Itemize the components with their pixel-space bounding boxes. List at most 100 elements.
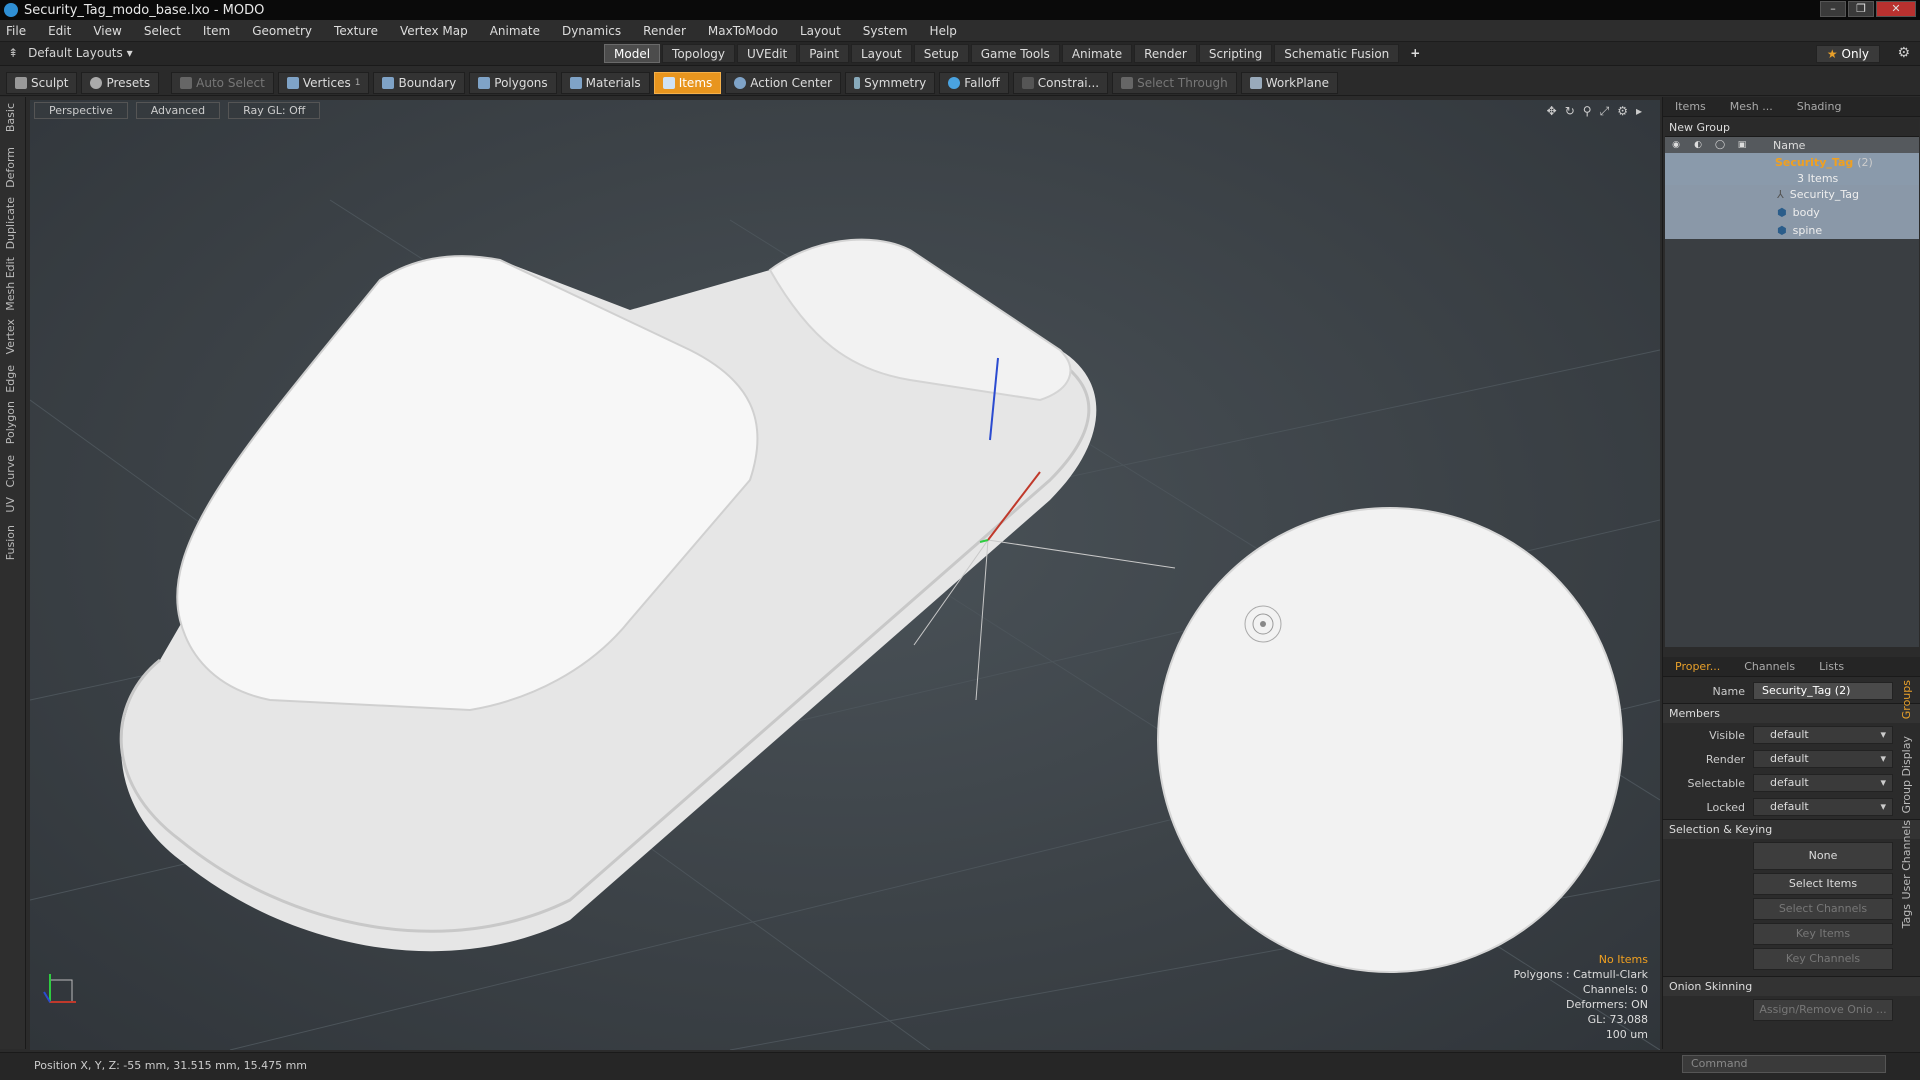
3d-viewport[interactable]: Perspective Advanced Ray GL: Off ✥ ↻ ⚲ ⤢… [30,100,1660,1050]
tab-channels[interactable]: Channels [1732,657,1807,676]
render-dropdown[interactable]: default [1753,750,1893,768]
vtab-user-channels[interactable]: User Channels [1900,820,1913,899]
maximize-view-icon[interactable]: ⤢ [1600,104,1610,119]
tab-model[interactable]: Model [604,44,661,63]
boundary-button[interactable]: Boundary [373,71,466,94]
lock-col-icon[interactable]: ▣ [1731,140,1753,150]
vtab-basic[interactable]: Basic [4,103,17,132]
menu-select[interactable]: Select [144,24,181,38]
items-button[interactable]: Items [653,71,722,94]
advanced-button[interactable]: Advanced [135,102,221,119]
tab-properties[interactable]: Proper... [1663,657,1732,676]
menu-system[interactable]: System [863,24,908,38]
close-button[interactable]: ✕ [1876,1,1916,17]
locked-dropdown[interactable]: default [1753,798,1893,816]
tab-game-tools[interactable]: Game Tools [970,44,1060,63]
expand-view-icon[interactable]: ▸ [1636,104,1642,119]
rotate-view-icon[interactable]: ↻ [1565,104,1575,119]
vtab-fusion[interactable]: Fusion [4,525,17,560]
default-layouts-dropdown[interactable]: Default Layouts ▾ [28,46,133,60]
presets-button[interactable]: Presets [81,71,160,94]
select-channels-button[interactable]: Select Channels [1753,898,1893,920]
vtab-tags[interactable]: Tags [1900,904,1913,928]
add-tab-button[interactable]: + [1401,44,1429,63]
vertices-button[interactable]: Vertices 1 [277,71,370,94]
assign-onion-button[interactable]: Assign/Remove Onio ... [1753,999,1893,1021]
tab-items[interactable]: Items [1663,97,1718,116]
menu-item[interactable]: Item [203,24,230,38]
vtab-groups[interactable]: Groups [1900,680,1913,719]
selection-keying-section[interactable]: Selection & Keying [1663,819,1920,839]
menu-maxtomodo[interactable]: MaxToModo [708,24,778,38]
menu-geometry[interactable]: Geometry [252,24,312,38]
tab-render[interactable]: Render [1134,44,1197,63]
raygl-button[interactable]: Ray GL: Off [228,102,321,119]
tab-mesh[interactable]: Mesh ... [1718,97,1785,116]
falloff-button[interactable]: Falloff [939,71,1009,94]
selectable-dropdown[interactable]: default [1753,774,1893,792]
menu-view[interactable]: View [93,24,121,38]
vtab-duplicate[interactable]: Duplicate [4,197,17,249]
only-button[interactable]: ★ Only [1815,45,1880,63]
vtab-edge[interactable]: Edge [4,365,17,393]
view-settings-icon[interactable]: ⚙ [1617,104,1628,119]
layout-pin-icon[interactable]: ⇞ [8,46,18,60]
polygons-button[interactable]: Polygons [469,71,557,94]
vtab-deform[interactable]: Deform [4,147,17,188]
new-group-button[interactable]: New Group [1665,119,1919,137]
menu-animate[interactable]: Animate [490,24,540,38]
vtab-uv[interactable]: UV [4,497,17,513]
zoom-view-icon[interactable]: ⚲ [1583,104,1592,119]
perspective-button[interactable]: Perspective [34,102,128,119]
symmetry-button[interactable]: Symmetry [845,71,936,94]
tab-lists[interactable]: Lists [1807,657,1856,676]
vtab-curve[interactable]: Curve [4,455,17,487]
menu-vertex-map[interactable]: Vertex Map [400,24,468,38]
vtab-polygon[interactable]: Polygon [4,401,17,444]
onion-skinning-section[interactable]: Onion Skinning [1663,976,1920,996]
render-col-icon[interactable]: ◐ [1687,140,1709,150]
action-center-button[interactable]: Action Center [725,71,842,94]
tab-paint[interactable]: Paint [799,44,849,63]
menu-texture[interactable]: Texture [334,24,378,38]
vtab-vertex[interactable]: Vertex [4,319,17,354]
menu-edit[interactable]: Edit [48,24,71,38]
minimize-button[interactable]: – [1820,1,1846,17]
command-input[interactable]: Command [1682,1055,1886,1073]
group-row[interactable]: Security_Tag (2) [1665,153,1919,171]
tab-topology[interactable]: Topology [662,44,736,63]
visibility-col-icon[interactable]: ◉ [1665,140,1687,150]
move-view-icon[interactable]: ✥ [1547,104,1557,119]
tab-shading[interactable]: Shading [1785,97,1854,116]
none-button[interactable]: None [1753,842,1893,870]
sculpt-button[interactable]: Sculpt [6,71,78,94]
list-item[interactable]: ⅄ Security_Tag [1665,185,1919,203]
auto-select-button[interactable]: Auto Select [171,71,274,94]
gear-icon[interactable]: ⚙ [1897,45,1910,61]
menu-layout[interactable]: Layout [800,24,841,38]
tab-setup[interactable]: Setup [913,44,969,63]
vtab-group-display[interactable]: Group Display [1900,736,1913,814]
materials-button[interactable]: Materials [560,71,650,94]
list-item[interactable]: ⬢ body [1665,203,1919,221]
tab-layout[interactable]: Layout [850,44,912,63]
tab-schematic-fusion[interactable]: Schematic Fusion [1274,44,1400,63]
menu-render[interactable]: Render [643,24,686,38]
menu-dynamics[interactable]: Dynamics [562,24,621,38]
select-items-button[interactable]: Select Items [1753,873,1893,895]
tab-scripting[interactable]: Scripting [1198,44,1273,63]
workplane-button[interactable]: WorkPlane [1240,71,1339,94]
menu-help[interactable]: Help [930,24,957,38]
key-channels-button[interactable]: Key Channels [1753,948,1893,970]
select-col-icon[interactable]: ◯ [1709,140,1731,150]
constraints-button[interactable]: Constrai... [1012,71,1109,94]
visible-dropdown[interactable]: default [1753,726,1893,744]
vtab-mesh-edit[interactable]: Mesh Edit [4,257,17,311]
menu-file[interactable]: File [6,24,26,38]
key-items-button[interactable]: Key Items [1753,923,1893,945]
tab-animate[interactable]: Animate [1061,44,1133,63]
list-item[interactable]: ⬢ spine [1665,221,1919,239]
select-through-button[interactable]: Select Through [1112,71,1237,94]
maximize-button[interactable]: ❐ [1848,1,1874,17]
tab-uvedit[interactable]: UVEdit [737,44,798,63]
